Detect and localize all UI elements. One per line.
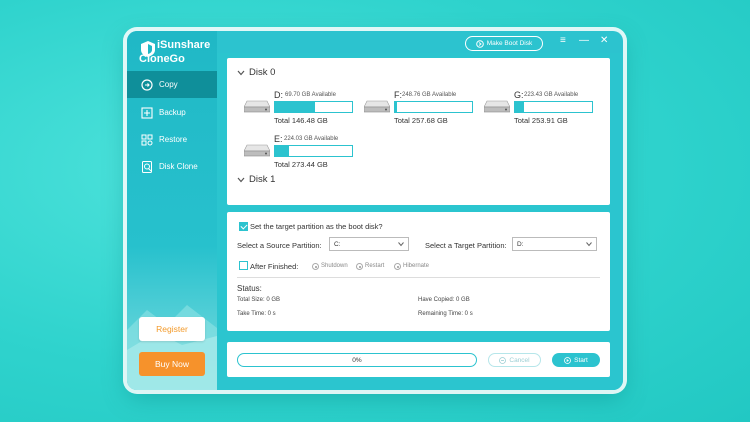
target-partition-value: D: — [517, 240, 524, 248]
progress-text: 0% — [352, 356, 362, 364]
hibernate-radio[interactable] — [394, 263, 401, 270]
register-button[interactable]: Register — [139, 317, 205, 341]
sidebar-item-disk-clone[interactable]: Disk Clone — [127, 153, 217, 180]
after-finished-label: After Finished: — [250, 262, 299, 271]
hibernate-label: Hibernate — [403, 263, 430, 269]
backup-icon — [141, 106, 153, 119]
copy-icon — [141, 78, 153, 91]
usage-fill — [395, 102, 398, 112]
after-finished-checkbox[interactable] — [239, 261, 248, 270]
disk0-header[interactable]: Disk 0 — [237, 67, 275, 78]
app-name-line1: iSunshare — [157, 39, 211, 51]
options-divider — [237, 277, 600, 278]
partition-available: 69.70 GB Available — [285, 92, 336, 98]
disk1-label: Disk 1 — [249, 174, 276, 185]
partition-total: Total 273.44 GB — [274, 160, 328, 169]
close-icon[interactable]: ✕ — [600, 35, 608, 47]
make-boot-disk-label: Make Boot Disk — [486, 40, 533, 47]
shutdown-radio[interactable] — [312, 263, 319, 270]
sidebar-item-label: Restore — [159, 135, 188, 144]
partition-available: 223.43 GB Available — [524, 92, 579, 98]
partition-usage-bar — [514, 101, 593, 113]
disk1-header[interactable]: Disk 1 — [237, 174, 275, 185]
partition-f[interactable]: F: 248.76 GB Available Total 257.68 GB — [364, 87, 474, 127]
sidebar-item-label: Backup — [159, 108, 186, 117]
chevron-down-icon — [237, 70, 245, 75]
sidebar-item-restore[interactable]: Restore — [127, 126, 217, 153]
boot-disk-label: Set the target partition as the boot dis… — [250, 222, 383, 231]
app-name-line2: CloneGo — [139, 53, 185, 65]
progress-bar: 0% — [237, 353, 477, 367]
sidebar: iSunshare CloneGo Copy Backup Restore Di… — [127, 31, 217, 390]
start-button[interactable]: Start — [552, 353, 600, 367]
usage-fill — [515, 102, 525, 112]
partition-available: 248.76 GB Available — [402, 92, 457, 98]
restart-label: Restart — [365, 263, 385, 269]
hard-drive-icon — [244, 100, 270, 113]
boot-disk-icon — [475, 39, 484, 48]
partition-usage-bar — [274, 101, 353, 113]
sidebar-item-label: Disk Clone — [159, 162, 198, 171]
partition-total: Total 253.91 GB — [514, 116, 568, 125]
target-partition-label: Select a Target Partition: — [425, 241, 507, 250]
restart-radio[interactable] — [356, 263, 363, 270]
sidebar-item-label: Copy — [159, 80, 178, 89]
disk-clone-icon — [142, 160, 152, 173]
app-logo: iSunshare CloneGo — [139, 39, 215, 69]
partition-usage-bar — [394, 101, 473, 113]
partition-letter: D: — [274, 90, 283, 100]
sidebar-item-copy[interactable]: Copy — [127, 71, 217, 98]
minimize-icon[interactable]: — — [579, 35, 589, 47]
have-copied: Have Copied: 0 GB — [418, 297, 470, 303]
partition-total: Total 257.68 GB — [394, 116, 448, 125]
chevron-down-icon — [586, 242, 592, 247]
chevron-down-icon — [398, 242, 404, 247]
play-icon — [564, 356, 572, 364]
make-boot-disk-button[interactable]: Make Boot Disk — [465, 36, 543, 51]
take-time: Take Time: 0 s — [237, 311, 276, 317]
source-partition-value: C: — [334, 240, 341, 248]
shutdown-label: Shutdown — [321, 263, 348, 269]
partition-letter: F: — [394, 90, 402, 100]
remaining-time: Remaining Time: 0 s — [418, 311, 473, 317]
hard-drive-icon — [364, 100, 390, 113]
sidebar-item-backup[interactable]: Backup — [127, 99, 217, 126]
partition-e[interactable]: E: 224.03 GB Available Total 273.44 GB — [244, 131, 354, 171]
restore-icon — [141, 134, 153, 145]
buy-now-button[interactable]: Buy Now — [139, 352, 205, 376]
source-partition-label: Select a Source Partition: — [237, 241, 322, 250]
disk0-label: Disk 0 — [249, 67, 276, 78]
hard-drive-icon — [244, 144, 270, 157]
usage-fill — [275, 102, 316, 112]
source-partition-select[interactable]: C: — [329, 237, 409, 251]
partition-total: Total 146.48 GB — [274, 116, 328, 125]
usage-fill — [275, 146, 289, 156]
partition-g[interactable]: G: 223.43 GB Available Total 253.91 GB — [484, 87, 594, 127]
status-title: Status: — [237, 284, 262, 293]
cancel-label: Cancel — [509, 356, 530, 364]
target-partition-select[interactable]: D: — [512, 237, 597, 251]
partition-letter: E: — [274, 134, 283, 144]
cancel-button[interactable]: Cancel — [488, 353, 541, 367]
chevron-down-icon — [237, 177, 245, 182]
partition-d[interactable]: D: 69.70 GB Available Total 146.48 GB — [244, 87, 354, 127]
partition-letter: G: — [514, 90, 524, 100]
partition-available: 224.03 GB Available — [284, 136, 339, 142]
menu-icon[interactable]: ≡ — [560, 35, 566, 47]
app-window: iSunshare CloneGo Copy Backup Restore Di… — [127, 31, 623, 390]
boot-disk-checkbox[interactable] — [239, 222, 248, 231]
partition-usage-bar — [274, 145, 353, 157]
hard-drive-icon — [484, 100, 510, 113]
total-size: Total Size: 0 GB — [237, 297, 281, 303]
start-label: Start — [574, 356, 588, 364]
cancel-icon — [499, 356, 507, 364]
